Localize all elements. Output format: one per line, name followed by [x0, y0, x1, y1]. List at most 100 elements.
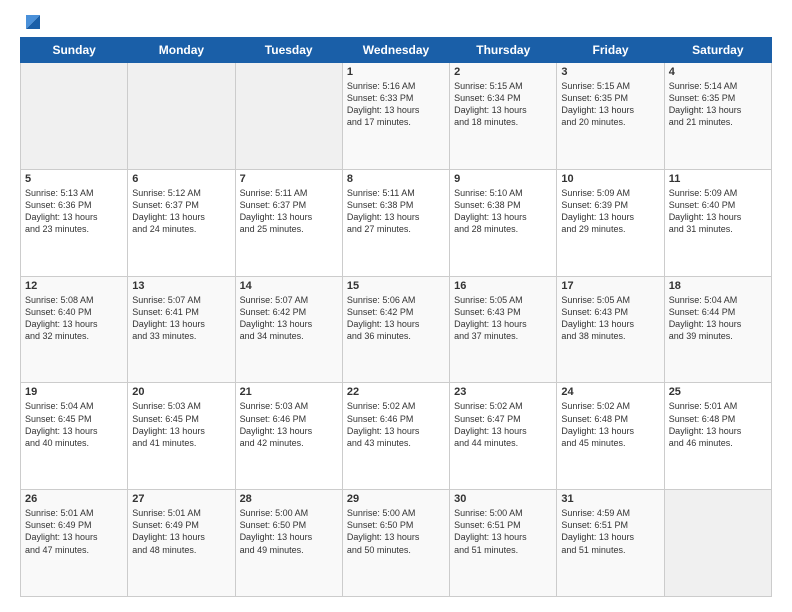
days-header-row: SundayMondayTuesdayWednesdayThursdayFrid… — [21, 38, 772, 63]
cell-info: Sunrise: 5:09 AMSunset: 6:40 PMDaylight:… — [669, 187, 767, 236]
day-number: 1 — [347, 66, 445, 78]
day-header-friday: Friday — [557, 38, 664, 63]
day-number: 3 — [561, 66, 659, 78]
day-number: 20 — [132, 386, 230, 398]
day-number: 28 — [240, 493, 338, 505]
calendar-week-4: 19Sunrise: 5:04 AMSunset: 6:45 PMDayligh… — [21, 383, 772, 490]
header — [20, 15, 772, 27]
calendar-cell: 25 Sunrise: 5:01 AMSunset: 6:48 PMDayligh… — [664, 383, 771, 490]
day-number: 27 — [132, 493, 230, 505]
calendar-cell: 9 Sunrise: 5:10 AMSunset: 6:38 PMDaylight… — [450, 169, 557, 276]
day-number: 15 — [347, 280, 445, 292]
day-number: 29 — [347, 493, 445, 505]
calendar-cell: 22 Sunrise: 5:02 AMSunset: 6:46 PMDayligh… — [342, 383, 449, 490]
calendar-cell: 23 Sunrise: 5:02 AMSunset: 6:47 PMDayligh… — [450, 383, 557, 490]
cell-info: Sunrise: 5:02 AMSunset: 6:47 PMDaylight:… — [454, 400, 552, 449]
day-header-thursday: Thursday — [450, 38, 557, 63]
calendar-week-2: 5Sunrise: 5:13 AMSunset: 6:36 PMDaylight… — [21, 169, 772, 276]
calendar-cell: 31 Sunrise: 4:59 AMSunset: 6:51 PMDayligh… — [557, 490, 664, 597]
calendar-cell: 24 Sunrise: 5:02 AMSunset: 6:48 PMDayligh… — [557, 383, 664, 490]
calendar-cell: 26 Sunrise: 5:01 AMSunset: 6:49 PMDayligh… — [21, 490, 128, 597]
calendar-cell: 17Sunrise: 5:05 AMSunset: 6:43 PMDayligh… — [557, 276, 664, 383]
calendar-week-5: 26 Sunrise: 5:01 AMSunset: 6:49 PMDayligh… — [21, 490, 772, 597]
calendar-cell — [21, 63, 128, 170]
calendar-week-3: 12 Sunrise: 5:08 AMSunset: 6:40 PMDayligh… — [21, 276, 772, 383]
cell-info: Sunrise: 5:11 AMSunset: 6:37 PMDaylight:… — [240, 187, 338, 236]
calendar-cell: 28 Sunrise: 5:00 AMSunset: 6:50 PMDayligh… — [235, 490, 342, 597]
day-number: 24 — [561, 386, 659, 398]
day-header-sunday: Sunday — [21, 38, 128, 63]
day-number: 9 — [454, 173, 552, 185]
calendar-cell: 12 Sunrise: 5:08 AMSunset: 6:40 PMDayligh… — [21, 276, 128, 383]
calendar-cell: 16Sunrise: 5:05 AMSunset: 6:43 PMDayligh… — [450, 276, 557, 383]
day-number: 18 — [669, 280, 767, 292]
cell-info: Sunrise: 5:08 AMSunset: 6:40 PMDaylight:… — [25, 294, 123, 343]
cell-info: Sunrise: 5:01 AMSunset: 6:49 PMDaylight:… — [25, 507, 123, 556]
calendar-cell: 7 Sunrise: 5:11 AMSunset: 6:37 PMDaylight… — [235, 169, 342, 276]
calendar-cell: 20 Sunrise: 5:03 AMSunset: 6:45 PMDayligh… — [128, 383, 235, 490]
cell-info: Sunrise: 5:02 AMSunset: 6:46 PMDaylight:… — [347, 400, 445, 449]
cell-info: Sunrise: 5:14 AMSunset: 6:35 PMDaylight:… — [669, 80, 767, 129]
cell-info: Sunrise: 5:01 AMSunset: 6:48 PMDaylight:… — [669, 400, 767, 449]
day-number: 12 — [25, 280, 123, 292]
day-number: 7 — [240, 173, 338, 185]
day-number: 30 — [454, 493, 552, 505]
logo — [20, 15, 44, 27]
day-number: 8 — [347, 173, 445, 185]
cell-info: Sunrise: 5:07 AMSunset: 6:41 PMDaylight:… — [132, 294, 230, 343]
day-number: 31 — [561, 493, 659, 505]
day-number: 21 — [240, 386, 338, 398]
cell-info: Sunrise: 5:00 AMSunset: 6:50 PMDaylight:… — [240, 507, 338, 556]
day-number: 10 — [561, 173, 659, 185]
cell-info: Sunrise: 5:15 AMSunset: 6:35 PMDaylight:… — [561, 80, 659, 129]
calendar-cell: 6Sunrise: 5:12 AMSunset: 6:37 PMDaylight… — [128, 169, 235, 276]
day-number: 2 — [454, 66, 552, 78]
cell-info: Sunrise: 5:11 AMSunset: 6:38 PMDaylight:… — [347, 187, 445, 236]
calendar-cell: 19Sunrise: 5:04 AMSunset: 6:45 PMDayligh… — [21, 383, 128, 490]
day-number: 14 — [240, 280, 338, 292]
calendar-cell: 3 Sunrise: 5:15 AMSunset: 6:35 PMDaylight… — [557, 63, 664, 170]
page: SundayMondayTuesdayWednesdayThursdayFrid… — [0, 0, 792, 612]
day-number: 23 — [454, 386, 552, 398]
day-header-wednesday: Wednesday — [342, 38, 449, 63]
day-number: 25 — [669, 386, 767, 398]
calendar-cell: 10 Sunrise: 5:09 AMSunset: 6:39 PMDayligh… — [557, 169, 664, 276]
day-number: 11 — [669, 173, 767, 185]
cell-info: Sunrise: 5:16 AMSunset: 6:33 PMDaylight:… — [347, 80, 445, 129]
calendar-cell: 5Sunrise: 5:13 AMSunset: 6:36 PMDaylight… — [21, 169, 128, 276]
day-number: 22 — [347, 386, 445, 398]
cell-info: Sunrise: 5:03 AMSunset: 6:46 PMDaylight:… — [240, 400, 338, 449]
calendar-cell: 30Sunrise: 5:00 AMSunset: 6:51 PMDayligh… — [450, 490, 557, 597]
calendar-cell: 11 Sunrise: 5:09 AMSunset: 6:40 PMDayligh… — [664, 169, 771, 276]
calendar-cell: 1 Sunrise: 5:16 AMSunset: 6:33 PMDaylight… — [342, 63, 449, 170]
day-header-saturday: Saturday — [664, 38, 771, 63]
day-number: 4 — [669, 66, 767, 78]
calendar-cell: 29Sunrise: 5:00 AMSunset: 6:50 PMDayligh… — [342, 490, 449, 597]
day-header-tuesday: Tuesday — [235, 38, 342, 63]
cell-info: Sunrise: 5:13 AMSunset: 6:36 PMDaylight:… — [25, 187, 123, 236]
calendar-body: 1 Sunrise: 5:16 AMSunset: 6:33 PMDaylight… — [21, 63, 772, 597]
calendar-week-1: 1 Sunrise: 5:16 AMSunset: 6:33 PMDaylight… — [21, 63, 772, 170]
day-number: 6 — [132, 173, 230, 185]
cell-info: Sunrise: 5:10 AMSunset: 6:38 PMDaylight:… — [454, 187, 552, 236]
day-header-monday: Monday — [128, 38, 235, 63]
calendar-cell: 13 Sunrise: 5:07 AMSunset: 6:41 PMDayligh… — [128, 276, 235, 383]
cell-info: Sunrise: 5:07 AMSunset: 6:42 PMDaylight:… — [240, 294, 338, 343]
cell-info: Sunrise: 5:06 AMSunset: 6:42 PMDaylight:… — [347, 294, 445, 343]
logo-icon — [22, 11, 44, 33]
calendar-cell: 14 Sunrise: 5:07 AMSunset: 6:42 PMDayligh… — [235, 276, 342, 383]
calendar-cell: 21 Sunrise: 5:03 AMSunset: 6:46 PMDayligh… — [235, 383, 342, 490]
cell-info: Sunrise: 5:05 AMSunset: 6:43 PMDaylight:… — [454, 294, 552, 343]
calendar-cell — [235, 63, 342, 170]
cell-info: Sunrise: 5:02 AMSunset: 6:48 PMDaylight:… — [561, 400, 659, 449]
calendar-cell: 15 Sunrise: 5:06 AMSunset: 6:42 PMDayligh… — [342, 276, 449, 383]
calendar-cell: 8 Sunrise: 5:11 AMSunset: 6:38 PMDaylight… — [342, 169, 449, 276]
cell-info: Sunrise: 5:09 AMSunset: 6:39 PMDaylight:… — [561, 187, 659, 236]
day-number: 13 — [132, 280, 230, 292]
cell-info: Sunrise: 5:04 AMSunset: 6:45 PMDaylight:… — [25, 400, 123, 449]
cell-info: Sunrise: 4:59 AMSunset: 6:51 PMDaylight:… — [561, 507, 659, 556]
calendar-cell: 18 Sunrise: 5:04 AMSunset: 6:44 PMDayligh… — [664, 276, 771, 383]
cell-info: Sunrise: 5:03 AMSunset: 6:45 PMDaylight:… — [132, 400, 230, 449]
day-number: 26 — [25, 493, 123, 505]
cell-info: Sunrise: 5:04 AMSunset: 6:44 PMDaylight:… — [669, 294, 767, 343]
